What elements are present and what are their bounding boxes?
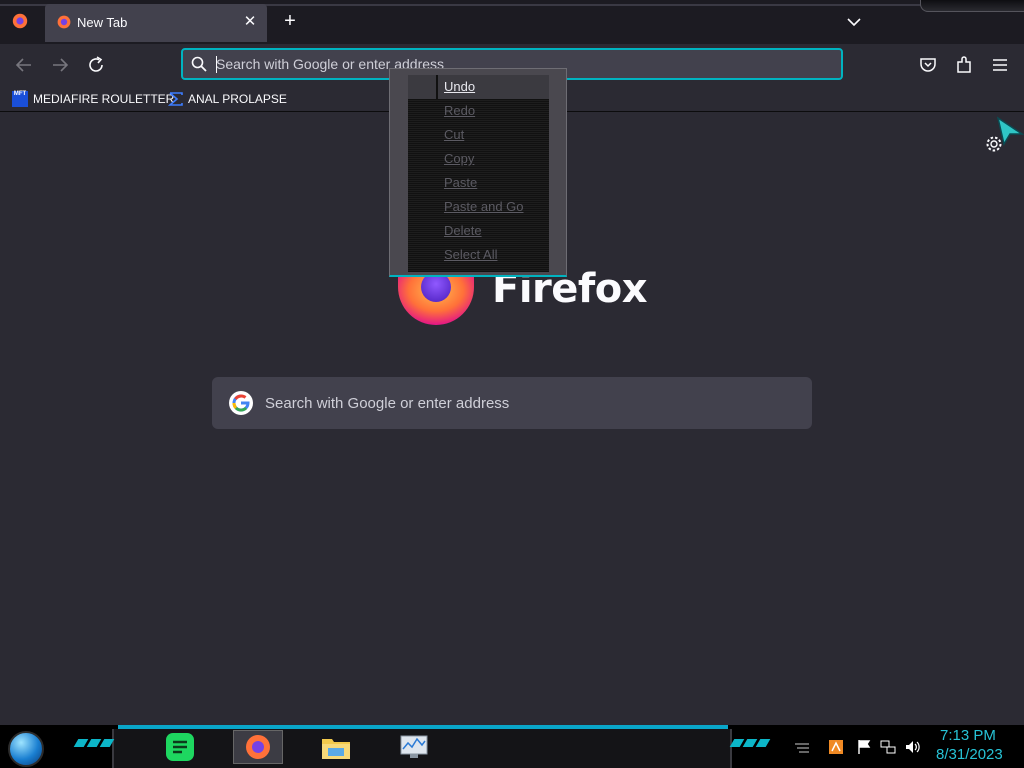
search-icon — [191, 56, 207, 72]
firefox-view-icon[interactable] — [11, 12, 29, 30]
taskbar-app-task-manager[interactable] — [389, 730, 439, 764]
taskbar-app-file-explorer[interactable] — [311, 730, 361, 764]
menu-item-delete[interactable]: Delete — [408, 219, 549, 243]
window-corner-decoration — [920, 0, 1024, 12]
volume-icon[interactable] — [904, 739, 920, 755]
menu-item-cut[interactable]: Cut — [408, 123, 549, 147]
task-manager-icon — [400, 735, 428, 758]
new-tab-button[interactable]: + — [280, 11, 300, 31]
chevron-down-icon[interactable] — [844, 12, 864, 32]
text-caret — [216, 56, 217, 73]
spotify-icon — [166, 733, 194, 761]
forward-arrow-icon[interactable] — [49, 54, 71, 76]
pocket-icon[interactable] — [918, 55, 938, 75]
google-icon — [229, 391, 253, 415]
taskbar-decoration — [755, 739, 771, 747]
tab-label: New Tab — [77, 15, 128, 30]
menu-item-redo[interactable]: Redo — [408, 99, 549, 123]
menu-item-paste[interactable]: Paste — [408, 171, 549, 195]
flag-icon[interactable] — [856, 739, 872, 755]
menu-item-undo[interactable]: Undo — [408, 75, 549, 99]
context-menu-list: Undo Redo Cut Copy Paste Paste and Go De… — [408, 75, 549, 272]
close-tab-icon[interactable]: ✕ — [241, 13, 259, 31]
taskbar-app-spotify[interactable] — [155, 730, 205, 764]
tab-new-tab[interactable]: New Tab ✕ — [45, 4, 267, 42]
bookmark-label: ANAL PROLAPSE — [188, 92, 287, 106]
sigma-icon — [168, 92, 183, 106]
network-icon[interactable] — [880, 739, 896, 755]
clock-time[interactable]: 7:13 PM — [940, 727, 996, 744]
bookmark-label: MEDIAFIRE ROULETTER — [33, 92, 175, 106]
bookmark-anal-prolapse[interactable]: ANAL PROLAPSE — [168, 89, 287, 109]
tray-app-icon[interactable] — [828, 739, 844, 755]
hamburger-menu-icon[interactable] — [990, 55, 1010, 75]
taskbar-app-firefox[interactable] — [233, 730, 283, 764]
file-explorer-icon — [322, 739, 350, 759]
clock-date[interactable]: 8/31/2023 — [936, 746, 1003, 763]
tray-overflow-icon[interactable] — [794, 739, 810, 755]
mediafire-icon-text: MFT — [13, 91, 27, 97]
firefox-icon — [57, 15, 71, 29]
taskbar: 7:13 PM 8/31/2023 — [0, 725, 1024, 768]
context-menu: Undo Redo Cut Copy Paste Paste and Go De… — [389, 68, 567, 277]
tab-strip: New Tab ✕ + — [0, 0, 1024, 44]
extensions-icon[interactable] — [954, 55, 974, 75]
main-search-placeholder: Search with Google or enter address — [265, 395, 510, 412]
mouse-cursor-icon — [996, 116, 1024, 146]
mediafire-icon: MFT — [12, 91, 28, 107]
start-button[interactable] — [8, 731, 44, 767]
menu-item-copy[interactable]: Copy — [408, 147, 549, 171]
bookmark-mediafire-rouletter[interactable]: MFT MEDIAFIRE ROULETTER — [12, 89, 174, 109]
firefox-icon — [246, 735, 270, 759]
menu-item-paste-and-go[interactable]: Paste and Go — [408, 195, 549, 219]
main-search-box[interactable]: Search with Google or enter address — [212, 377, 812, 429]
back-arrow-icon[interactable] — [13, 54, 35, 76]
reload-icon[interactable] — [85, 54, 107, 76]
menu-item-select-all[interactable]: Select All — [408, 243, 549, 267]
